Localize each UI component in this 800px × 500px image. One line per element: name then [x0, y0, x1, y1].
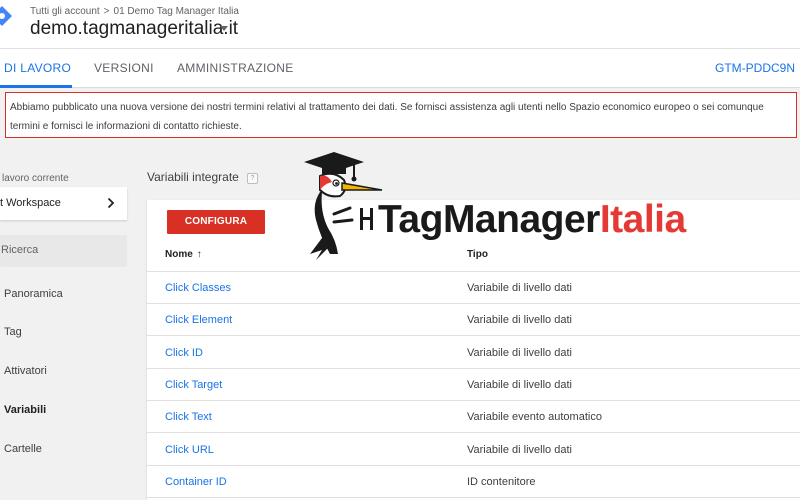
table-row: Click Text Variabile evento automatico — [147, 401, 800, 433]
workspace-label: lavoro corrente — [2, 173, 69, 184]
search-placeholder: Ricerca — [1, 244, 39, 256]
breadcrumb-all-accounts[interactable]: Tutti gli account — [30, 6, 100, 17]
breadcrumb-separator: > — [103, 6, 110, 17]
variable-name-link[interactable]: Click ID — [165, 347, 203, 359]
tab-admin[interactable]: AMMINISTRAZIONE — [177, 61, 294, 75]
variable-name-link[interactable]: Click Classes — [165, 282, 231, 294]
sidebar-search[interactable]: Ricerca — [0, 235, 127, 267]
container-title[interactable]: demo.tagmanageritalia.it — [30, 18, 238, 40]
workspace-name: t Workspace — [0, 197, 61, 209]
active-tab-indicator — [0, 85, 72, 88]
table-row: Click ID Variabile di livello dati — [147, 337, 800, 369]
variable-type: ID contenitore — [467, 476, 536, 488]
column-header-name[interactable]: Nome ↑ — [165, 249, 202, 260]
column-name-label: Nome — [165, 249, 193, 260]
variable-name-link[interactable]: Click Text — [165, 411, 212, 423]
sidebar-item-overview[interactable]: Panoramica — [4, 288, 63, 300]
tab-versions[interactable]: VERSIONI — [94, 61, 154, 75]
breadcrumb-account[interactable]: 01 Demo Tag Manager Italia — [114, 6, 239, 17]
section-title: Variabili integrate — [147, 170, 239, 184]
sort-arrow-icon: ↑ — [196, 249, 202, 260]
sidebar-item-triggers[interactable]: Attivatori — [4, 365, 47, 377]
variable-name-link[interactable]: Click Target — [165, 379, 222, 391]
table-row: Click Target Variabile di livello dati — [147, 369, 800, 401]
workspace-selector[interactable]: t Workspace — [0, 187, 127, 220]
variable-type: Variabile di livello dati — [467, 379, 572, 391]
variable-type: Variabile di livello dati — [467, 444, 572, 456]
tagmanageritalia-watermark: TagManagerItalia — [290, 150, 710, 260]
chevron-right-icon — [107, 197, 115, 209]
terms-notice: Abbiamo pubblicato una nuova versione de… — [5, 92, 797, 138]
chevron-down-icon[interactable] — [220, 26, 228, 31]
variable-type: Variabile di livello dati — [467, 282, 572, 294]
breadcrumb: Tutti gli account >01 Demo Tag Manager It… — [30, 6, 239, 17]
sidebar-item-folders[interactable]: Cartelle — [4, 443, 42, 455]
app-header: Tutti gli account >01 Demo Tag Manager It… — [0, 0, 800, 48]
variable-type: Variabile di livello dati — [467, 314, 572, 326]
sidebar-item-tags[interactable]: Tag — [4, 326, 22, 338]
woodpecker-graduate-icon — [304, 152, 383, 260]
variable-type: Variabile evento automatico — [467, 411, 602, 423]
brand-wordmark-dark: TagManager — [378, 198, 600, 241]
variable-name-link[interactable]: Click URL — [165, 444, 214, 456]
table-row: Click URL Variabile di livello dati — [147, 434, 800, 466]
configure-button[interactable]: CONFIGURA — [167, 210, 265, 234]
main-tabs: DI LAVORO VERSIONI AMMINISTRAZIONE GTM-P… — [0, 48, 800, 88]
gtm-logo-icon[interactable] — [0, 5, 13, 27]
brand-wordmark-red: Italia — [599, 198, 686, 241]
table-row: Click Element Variabile di livello dati — [147, 304, 800, 336]
variable-name-link[interactable]: Container ID — [165, 476, 227, 488]
container-id[interactable]: GTM-PDDC9N — [715, 61, 795, 75]
tab-workspace[interactable]: DI LAVORO — [4, 61, 71, 75]
table-row: Container ID ID contenitore — [147, 466, 800, 498]
variable-type: Variabile di livello dati — [467, 347, 572, 359]
help-icon[interactable]: ? — [247, 173, 258, 184]
sidebar-item-variables[interactable]: Variabili — [4, 404, 46, 416]
variable-name-link[interactable]: Click Element — [165, 314, 232, 326]
table-row: Click Classes Variabile di livello dati — [147, 272, 800, 304]
brand-wordmark: TagManagerItalia — [378, 198, 686, 242]
